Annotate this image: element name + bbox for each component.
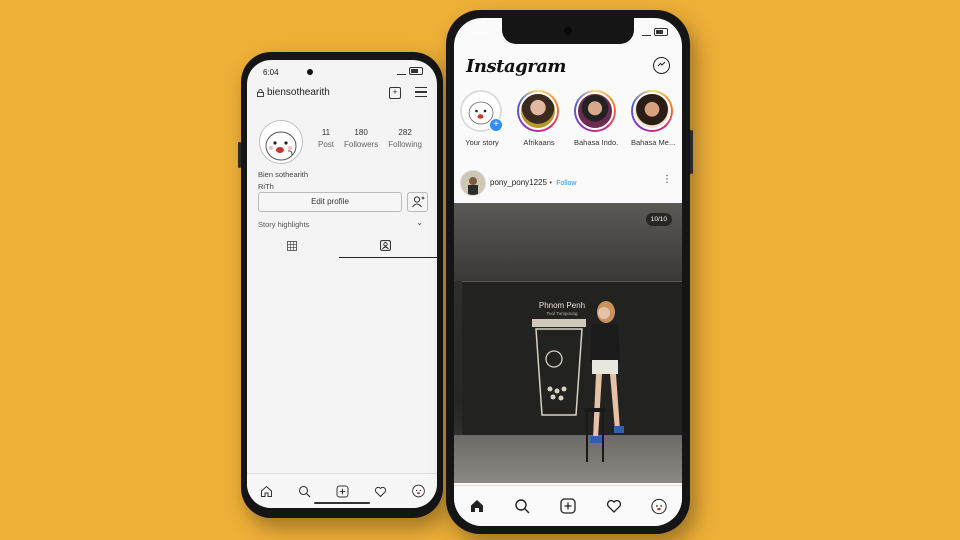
home-indicator — [314, 502, 370, 504]
status-bar: 6:04 — [247, 60, 437, 80]
front-camera — [307, 69, 313, 75]
profile-username: biensothearith — [267, 87, 330, 98]
stat-following[interactable]: 282 Following — [388, 128, 422, 149]
edit-profile-button[interactable]: Edit profile — [258, 192, 402, 212]
story-label: Afrikaans — [523, 138, 555, 147]
follow-button[interactable]: Follow — [556, 180, 576, 187]
menu-icon[interactable] — [415, 87, 427, 97]
stat-followers[interactable]: 180 Followers — [344, 128, 378, 149]
stat-label: Post — [317, 140, 334, 149]
heart-icon[interactable] — [374, 485, 387, 498]
story-avatar — [633, 92, 671, 130]
bottom-nav — [247, 473, 437, 508]
stat-value: 11 — [321, 128, 331, 137]
story-item[interactable]: Bahasa Indo... — [574, 90, 618, 160]
person-figure — [584, 301, 624, 462]
stat-label: Following — [388, 140, 422, 149]
battery-icon — [409, 67, 423, 75]
chevron-down-icon[interactable]: ⌄ — [416, 218, 423, 227]
add-story-icon[interactable]: + — [489, 118, 503, 132]
tab-grid[interactable] — [287, 238, 297, 251]
search-icon[interactable] — [514, 498, 530, 514]
story-ring — [631, 90, 673, 132]
chevron-down-icon[interactable]: ⌄ — [546, 63, 554, 74]
stat-value: 180 — [354, 128, 368, 137]
story-avatar — [519, 92, 557, 130]
status-indicators — [642, 28, 668, 36]
story-label: Your story — [465, 138, 499, 147]
status-time: 6:04 — [472, 27, 488, 36]
story-item[interactable]: + Your story — [460, 90, 504, 160]
story-item[interactable]: Afrikaans — [517, 90, 561, 160]
profile-bio: Bien sothearith RiTh — [258, 169, 308, 193]
stories-tray: + Your story Afrikaans Bahasa Indo... Ba… — [460, 90, 682, 160]
photo-floor — [454, 435, 682, 483]
header-actions: + — [389, 87, 427, 99]
stat-label: Followers — [343, 140, 379, 149]
signal-icon — [397, 68, 406, 75]
left-phone: 6:04 biensothearith + 11 Post 180 Follow… — [238, 52, 443, 518]
separator-dot: • — [549, 178, 552, 187]
avatar-illustration — [260, 121, 302, 163]
lock-icon — [257, 88, 264, 97]
shop-icon[interactable] — [606, 498, 622, 514]
story-label: Bahasa Indo... — [574, 138, 618, 147]
discover-people-button[interactable] — [407, 192, 428, 212]
right-phone: 6:04 Instagram ⌄ + Your story Afrikaans … — [446, 10, 693, 534]
active-tab-indicator — [339, 257, 437, 259]
profile-avatar[interactable] — [411, 484, 425, 498]
story-avatar — [576, 92, 614, 130]
new-post-icon[interactable] — [336, 485, 349, 498]
new-post-icon[interactable] — [560, 498, 576, 514]
status-bar: 6:04 — [454, 18, 682, 44]
stat-posts[interactable]: 11 Post — [318, 128, 334, 149]
add-person-icon — [412, 196, 425, 208]
post-author-avatar[interactable] — [460, 170, 486, 196]
home-icon[interactable] — [260, 485, 273, 498]
bottom-nav — [454, 485, 682, 526]
notch — [502, 18, 634, 44]
home-icon[interactable] — [469, 498, 485, 514]
profile-screen: 6:04 biensothearith + 11 Post 180 Follow… — [247, 60, 437, 508]
profile-avatar[interactable] — [259, 120, 303, 164]
profile-display-name: Bien sothearith — [258, 170, 309, 179]
profile-tabs — [247, 236, 437, 259]
status-time: 6:04 — [263, 68, 279, 77]
story-highlights-label[interactable]: Story highlights — [258, 220, 309, 229]
story-ring: + — [460, 90, 503, 132]
search-icon[interactable] — [298, 485, 311, 498]
front-camera — [564, 27, 572, 35]
story-ring — [517, 90, 559, 132]
post-image[interactable]: 10/10 Phnom Penh Tuol Tumpoung — [454, 203, 682, 483]
new-post-icon[interactable]: + — [389, 87, 401, 99]
power-button — [690, 130, 693, 174]
post-author: pony_pony1225 • Follow — [490, 178, 576, 187]
more-options-icon[interactable]: ⋮ — [662, 174, 672, 185]
messenger-icon[interactable] — [653, 57, 670, 74]
story-label: Bahasa Me... — [631, 138, 675, 147]
volume-button — [238, 142, 241, 168]
tab-tagged[interactable] — [380, 238, 391, 251]
post-username[interactable]: pony_pony1225 — [490, 178, 547, 187]
tagged-icon — [380, 240, 391, 251]
signal-icon — [642, 29, 651, 36]
carousel-counter: 10/10 — [645, 213, 672, 226]
profile-header: biensothearith + — [257, 87, 427, 103]
koi-cup-logo — [532, 319, 586, 416]
feed-screen: 6:04 Instagram ⌄ + Your story Afrikaans … — [454, 18, 682, 526]
username-selector[interactable]: biensothearith — [257, 87, 330, 98]
profile-stats: 11 Post 180 Followers 282 Following — [313, 128, 427, 149]
stat-value: 282 — [398, 128, 412, 137]
story-ring — [574, 90, 616, 132]
profile-avatar[interactable] — [651, 498, 667, 514]
grid-icon — [287, 241, 297, 251]
story-item[interactable]: Bahasa Me... — [631, 90, 675, 160]
feed-header: Instagram ⌄ — [466, 54, 670, 80]
status-indicators — [397, 67, 423, 75]
battery-icon — [654, 28, 668, 36]
post-header: pony_pony1225 • Follow ⋮ — [460, 168, 672, 198]
